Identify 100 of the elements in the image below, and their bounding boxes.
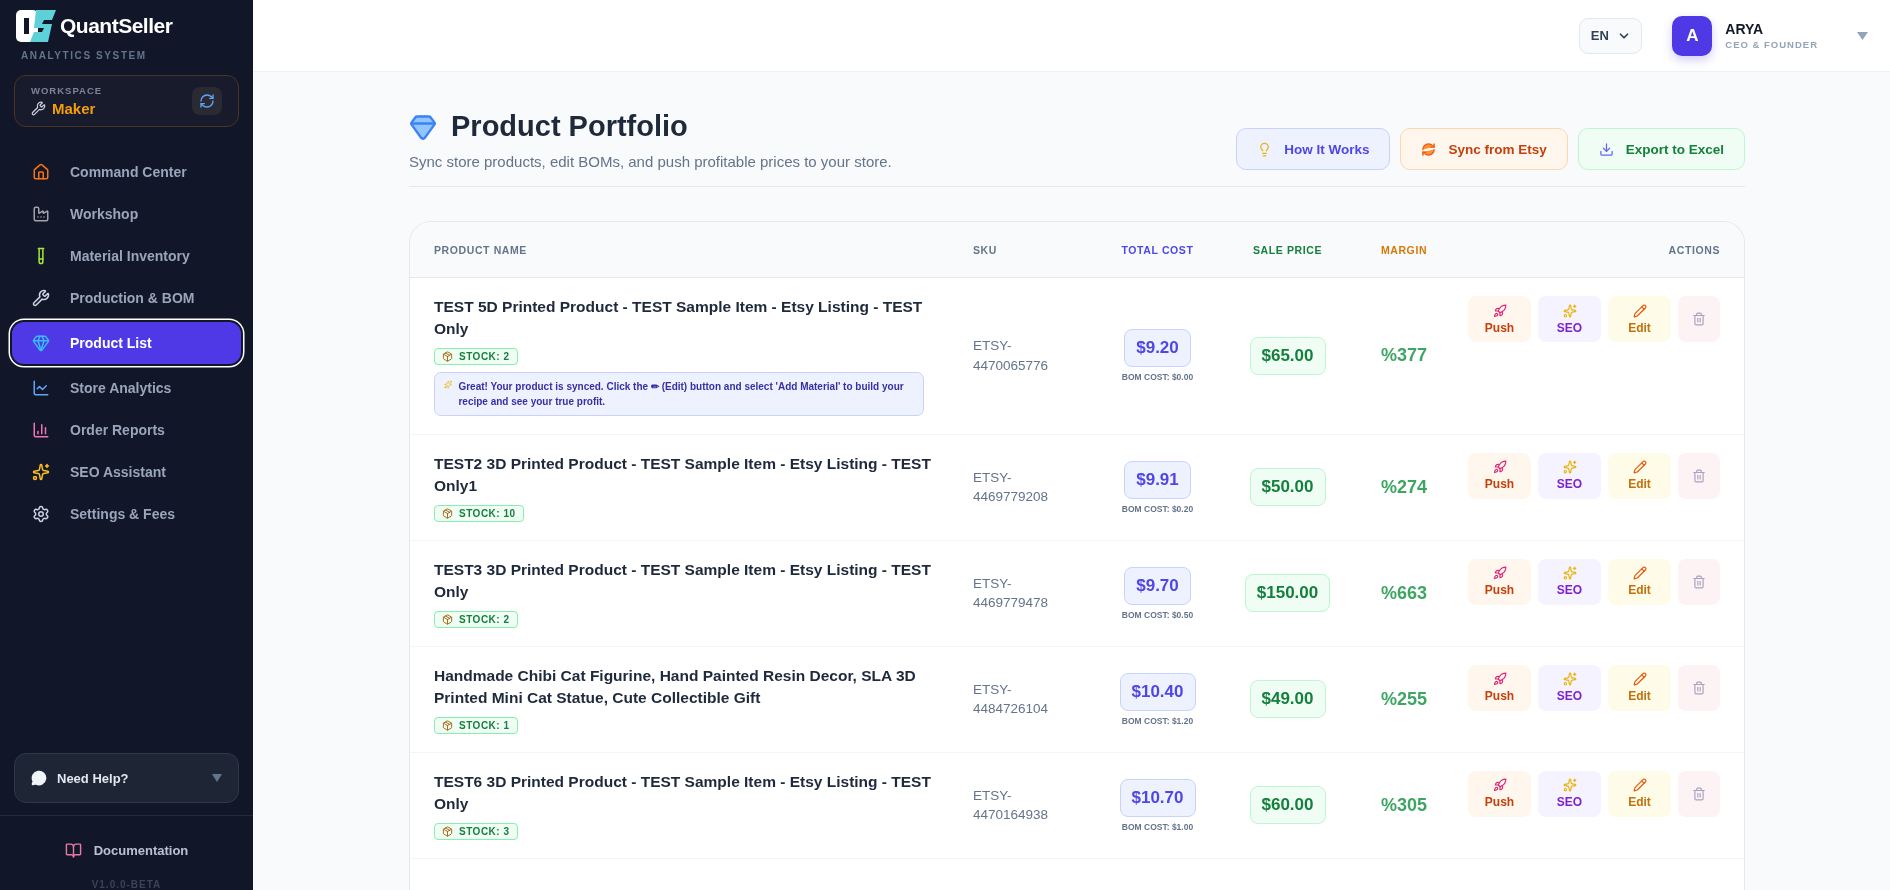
nav-item[interactable]: Workshop	[12, 193, 241, 235]
push-button[interactable]: Push	[1468, 558, 1531, 605]
package-icon	[442, 507, 453, 519]
trash-icon	[1692, 574, 1706, 589]
info-button[interactable]: How It Works	[1236, 128, 1391, 170]
sale-price: $49.00	[1249, 680, 1326, 719]
stock-badge: STOCK: 2	[434, 347, 518, 365]
delete-button[interactable]	[1678, 558, 1720, 605]
bom-cost: BOM COST: $1.20	[1121, 715, 1194, 726]
sale-price: $150.00	[1244, 574, 1331, 613]
nav-item[interactable]: Settings & Fees	[12, 493, 241, 535]
product-name: Handmade Chibi Cat Figurine, Hand Painted Resin Decor, SLA 3D Printed Mini Cat Statue, Cute Collectible Gift	[434, 665, 917, 709]
package-icon	[442, 825, 453, 837]
package-icon	[442, 350, 453, 362]
nav-item[interactable]: Order Reports	[12, 409, 241, 451]
edit-button[interactable]: Edit	[1608, 558, 1671, 605]
sku-text: ETSY-4469779208	[973, 468, 1050, 507]
sale-price: $50.00	[1249, 468, 1326, 507]
sparkles-icon	[1562, 778, 1577, 793]
help-dropdown[interactable]: Need Help?	[14, 753, 239, 803]
margin-value: %663	[1379, 582, 1428, 604]
nav-item[interactable]: Material Inventory	[12, 235, 241, 277]
package-icon	[442, 613, 453, 625]
language-select[interactable]: EN	[1579, 17, 1643, 54]
seo-button[interactable]: SEO	[1538, 770, 1601, 817]
edit-button[interactable]: Edit	[1608, 452, 1671, 499]
total-cost: $9.20	[1124, 329, 1191, 368]
trash-icon	[1692, 680, 1706, 695]
margin-value: %274	[1379, 476, 1428, 498]
margin-value: %255	[1379, 688, 1428, 710]
total-cost: $9.70	[1124, 566, 1191, 605]
seo-button[interactable]: SEO	[1538, 664, 1601, 711]
seo-button[interactable]: SEO	[1538, 296, 1601, 342]
sku-text: ETSY-4484726104	[973, 680, 1050, 719]
rocket-icon	[1492, 303, 1507, 318]
brand-name: QuantSeller	[60, 14, 173, 38]
delete-button[interactable]	[1678, 452, 1720, 499]
nav-item[interactable]: Production & BOM	[12, 277, 241, 319]
delete-button[interactable]	[1678, 770, 1720, 817]
rocket-icon	[1492, 672, 1507, 687]
house-icon	[32, 163, 50, 181]
gem-icon	[409, 112, 437, 141]
line-chart-icon	[32, 379, 50, 397]
rocket-icon	[1492, 566, 1507, 581]
push-button[interactable]: Push	[1468, 770, 1531, 817]
settings-icon	[32, 505, 50, 523]
dropdown-icon[interactable]	[1857, 31, 1868, 40]
edit-button[interactable]: Edit	[1608, 770, 1671, 817]
seo-button[interactable]: SEO	[1538, 452, 1601, 499]
page-title: Product Portfolio	[451, 110, 688, 143]
column-header: TOTAL COST	[1120, 243, 1195, 256]
pencil-icon	[1632, 460, 1647, 475]
seo-button[interactable]: SEO	[1538, 558, 1601, 605]
switch-workspace-button[interactable]	[192, 87, 222, 115]
pencil-icon	[1632, 672, 1647, 687]
product-name: TEST3 3D Printed Product - TEST Sample Item - Etsy Listing - TEST Only	[434, 559, 932, 603]
sparkles-icon	[32, 463, 50, 481]
workspace-card[interactable]: WORKSPACE Maker	[14, 75, 239, 127]
sync-icon	[1421, 141, 1437, 157]
column-header: SALE PRICE	[1252, 243, 1323, 256]
download-icon	[1598, 141, 1614, 157]
user-avatar[interactable]: A	[1672, 15, 1713, 56]
brand-tagline: ANALYTICS SYSTEM	[20, 49, 148, 61]
push-button[interactable]: Push	[1468, 296, 1531, 342]
bom-cost: BOM COST: $0.50	[1121, 609, 1194, 620]
nav-item[interactable]: Command Center	[12, 151, 241, 193]
edit-button[interactable]: Edit	[1608, 664, 1671, 711]
trash-icon	[1692, 786, 1706, 801]
speech-bubble-icon	[31, 770, 47, 786]
nav-item[interactable]: Store Analytics	[12, 367, 241, 409]
factory-icon	[32, 205, 50, 223]
sparkles-icon	[1562, 303, 1577, 318]
rocket-icon	[1492, 778, 1507, 793]
sync-button[interactable]: Sync from Etsy	[1400, 128, 1568, 170]
margin-value: %377	[1379, 345, 1428, 367]
stock-badge: STOCK: 2	[434, 610, 518, 628]
bom-cost: BOM COST: $1.00	[1121, 821, 1194, 832]
margin-value: %305	[1379, 794, 1428, 816]
sparkles-icon	[1562, 566, 1577, 581]
column-header: ACTIONS	[1667, 243, 1720, 256]
export-button[interactable]: Export to Excel	[1577, 128, 1745, 170]
sale-price: $65.00	[1249, 336, 1326, 375]
books-icon	[64, 842, 82, 859]
swap-icon	[199, 93, 215, 109]
edit-button[interactable]: Edit	[1608, 296, 1671, 342]
nav-item[interactable]: Product List	[12, 322, 241, 364]
product-name: TEST 5D Printed Product - TEST Sample Item - Etsy Listing - TEST Only	[434, 297, 924, 340]
documentation-link[interactable]: Documentation	[93, 843, 189, 858]
bom-cost: BOM COST: $0.20	[1121, 503, 1194, 514]
push-button[interactable]: Push	[1468, 664, 1531, 711]
delete-button[interactable]	[1678, 664, 1720, 711]
workspace-name: Maker	[52, 100, 96, 117]
nav-item[interactable]: SEO Assistant	[12, 451, 241, 493]
sparkles-icon	[444, 378, 453, 390]
rocket-icon	[1492, 460, 1507, 475]
page-subtitle: Sync store products, edit BOMs, and push profitable prices to your store.	[409, 153, 892, 170]
sync-hint: Great! Your product is synced. Click the ✏ (Edit) button and select 'Add Material' to build your recipe and see your true profit.	[434, 371, 924, 416]
push-button[interactable]: Push	[1468, 452, 1531, 499]
column-header: PRODUCT NAME	[434, 243, 528, 256]
delete-button[interactable]	[1678, 296, 1720, 342]
